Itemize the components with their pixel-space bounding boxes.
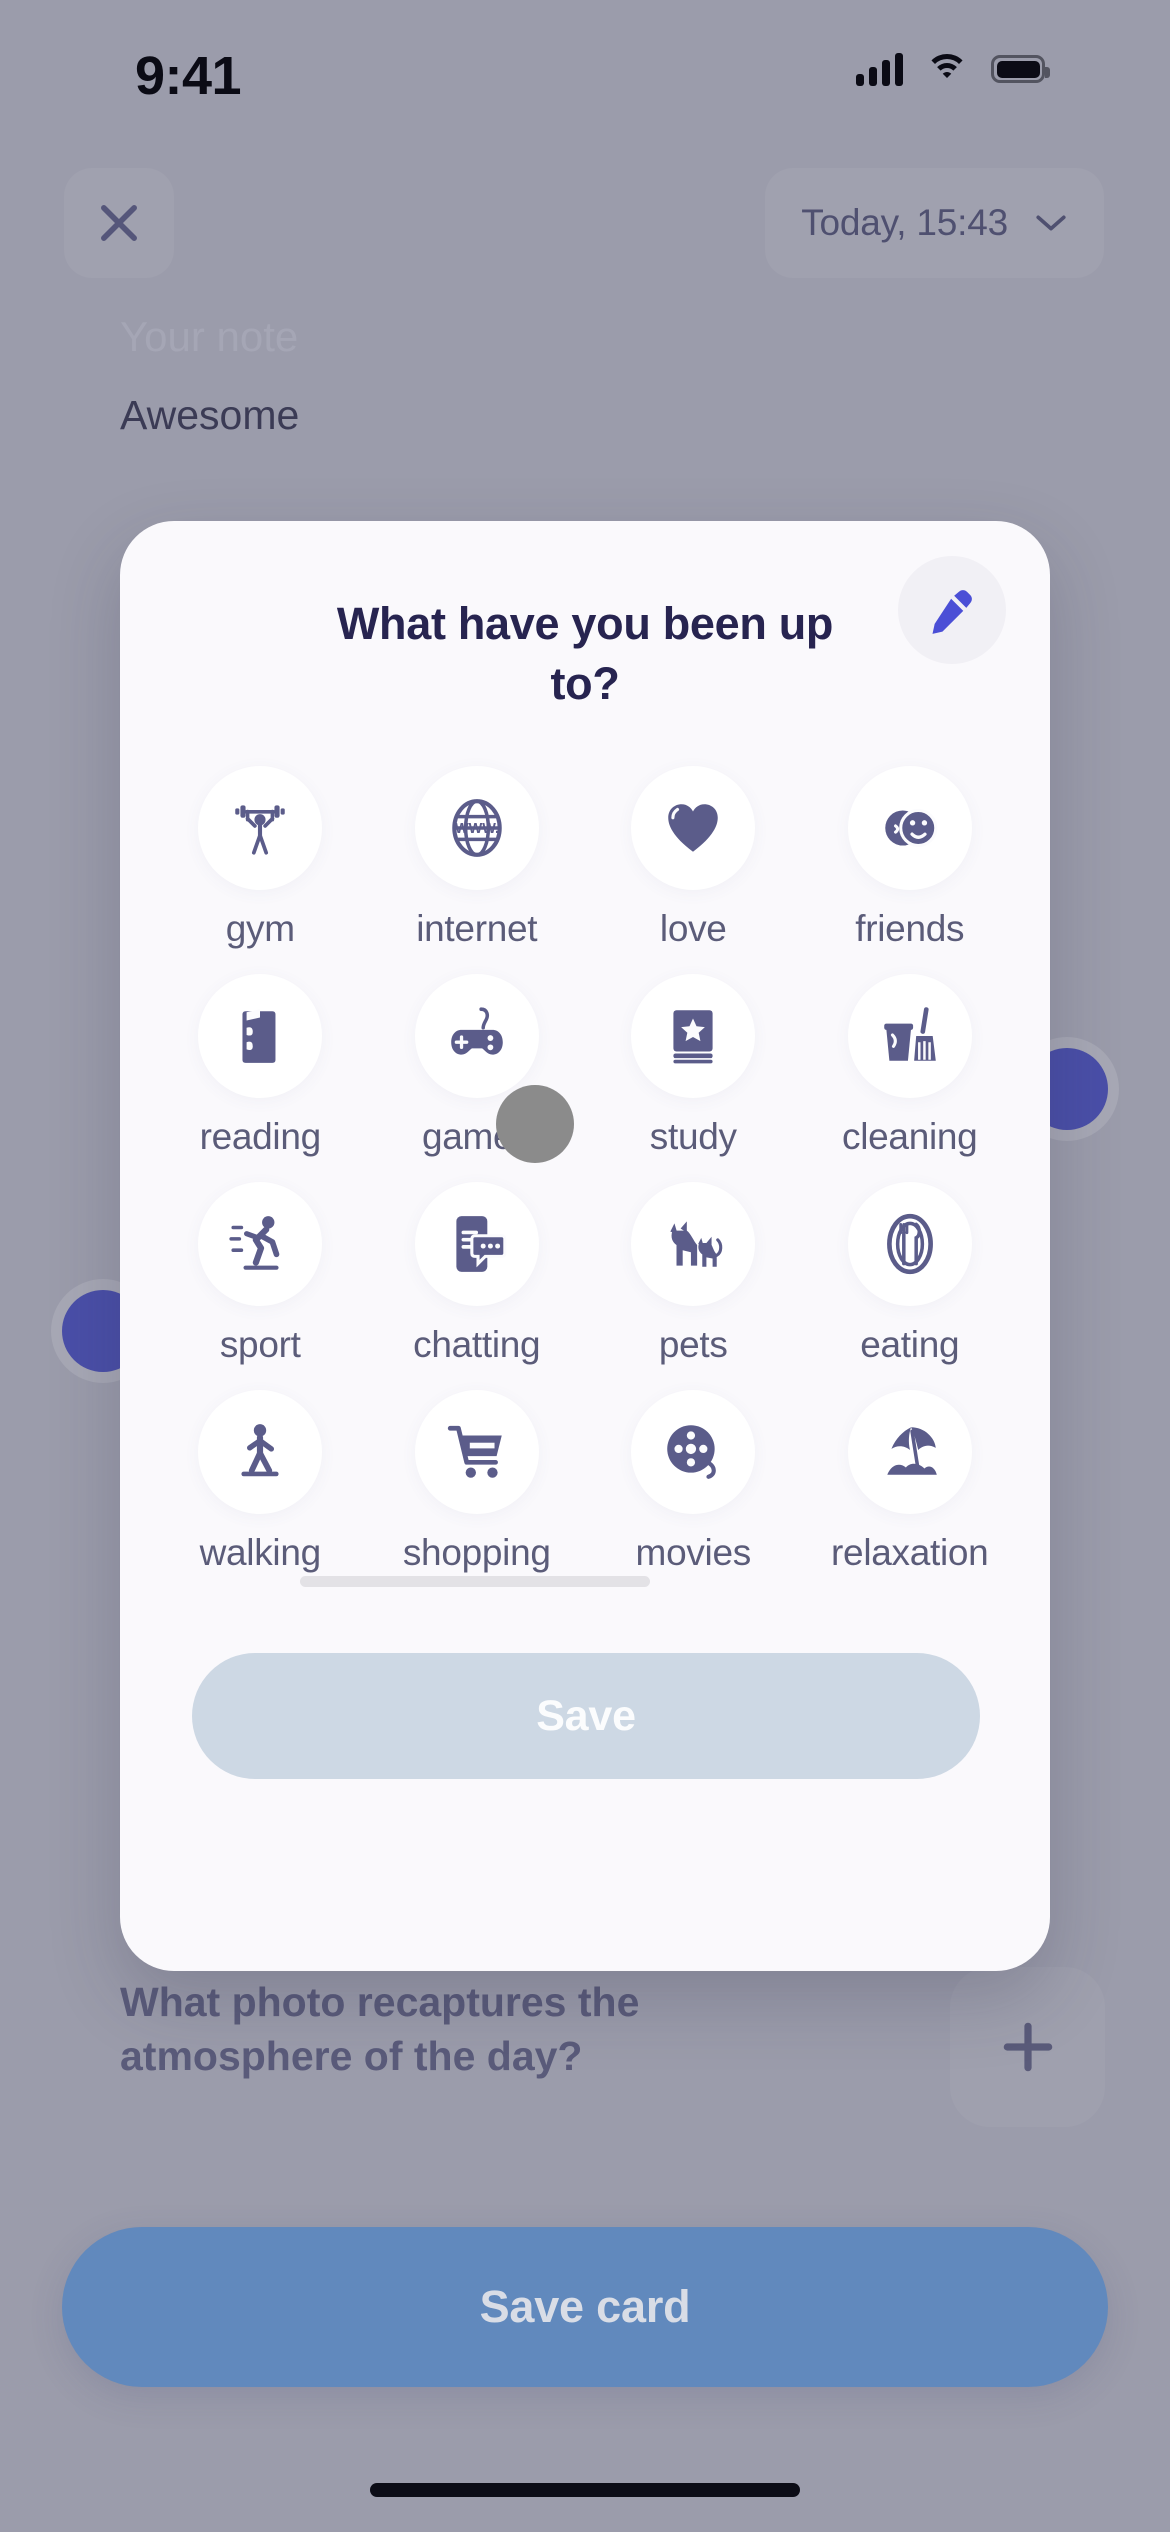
activity-icon-wrap: WWW. [414, 766, 539, 890]
edit-activities-button[interactable] [898, 556, 1006, 664]
cat-dog-icon [670, 1221, 723, 1267]
home-indicator [370, 2483, 800, 2497]
activity-item-love[interactable]: love [585, 766, 802, 950]
activity-item-pets[interactable]: pets [585, 1182, 802, 1366]
phone-chat-icon [456, 1216, 507, 1272]
activity-item-walking[interactable]: walking [152, 1390, 369, 1574]
activity-item-study[interactable]: study [585, 974, 802, 1158]
close-icon [101, 205, 137, 241]
activity-label: movies [635, 1532, 752, 1573]
film-reel-icon [667, 1425, 717, 1479]
modal-title: What have you been up to? [336, 598, 834, 710]
activity-label: shopping [402, 1532, 551, 1573]
activity-label: reading [199, 1116, 322, 1157]
status-bar: 9:41 [0, 0, 1170, 130]
activity-item-shopping[interactable]: shopping [369, 1390, 586, 1574]
status-bar-time: 9:41 [135, 46, 242, 106]
activity-label: eating [860, 1324, 960, 1365]
activity-item-eating[interactable]: eating [802, 1182, 1019, 1366]
note-value[interactable]: Awesome [120, 392, 299, 439]
activity-icon-wrap [414, 1182, 539, 1306]
gamepad-icon [450, 1007, 503, 1055]
activity-icon-wrap [414, 1390, 539, 1514]
activity-label: cleaning [842, 1116, 978, 1157]
activity-label: relaxation [831, 1532, 989, 1573]
activity-icon-wrap [847, 1390, 972, 1514]
fork-knife-plate-icon [886, 1213, 933, 1275]
save-card-label: Save card [479, 2281, 691, 2332]
svg-text:WWW.: WWW. [455, 821, 499, 837]
wifi-icon [925, 52, 969, 86]
battery-icon [991, 55, 1050, 83]
heart-icon [668, 804, 718, 852]
running-icon [229, 1216, 280, 1270]
activity-icon-wrap [631, 766, 756, 890]
globe-www-icon: WWW. [452, 799, 502, 857]
activity-item-movies[interactable]: movies [585, 1390, 802, 1574]
weightlifting-icon [235, 805, 285, 855]
activity-item-reading[interactable]: reading [152, 974, 369, 1158]
shopping-cart-icon [447, 1425, 502, 1478]
activity-label: internet [416, 908, 538, 949]
plus-icon [1003, 2022, 1052, 2072]
activity-label: pets [658, 1324, 728, 1365]
friends-faces-icon [885, 808, 938, 848]
activity-icon-wrap [414, 974, 539, 1098]
activity-label: sport [219, 1324, 301, 1365]
bucket-broom-icon [883, 1007, 936, 1061]
activity-picker-modal: What have you been up to? gym WWW. inter… [120, 521, 1050, 1971]
activity-label: walking [199, 1532, 322, 1573]
photo-question-label: What photo recaptures the atmosphere of … [120, 1979, 640, 2080]
activity-item-sport[interactable]: sport [152, 1182, 369, 1366]
signal-bars-icon [856, 52, 903, 86]
date-label: Today, 15:43 [801, 202, 1008, 243]
note-placeholder-label: Your note [120, 313, 299, 360]
activity-icon-wrap [198, 974, 323, 1098]
activity-label: love [659, 908, 727, 949]
pencil-icon [932, 590, 972, 634]
activity-label: chatting [413, 1324, 541, 1365]
close-button[interactable] [64, 168, 174, 278]
activity-label: friends [855, 908, 965, 949]
touch-indicator [496, 1085, 574, 1163]
chevron-down-icon [1034, 212, 1068, 234]
activity-icon-wrap [847, 1182, 972, 1306]
activity-label: study [649, 1116, 737, 1157]
activity-icon-wrap [847, 974, 972, 1098]
activity-item-internet[interactable]: WWW. internet [369, 766, 586, 950]
activity-icon-wrap [198, 766, 323, 890]
activity-item-cleaning[interactable]: cleaning [802, 974, 1019, 1158]
beach-umbrella-icon [887, 1427, 937, 1475]
activity-label: gym [225, 908, 295, 949]
book-icon [242, 1009, 276, 1063]
add-photo-button[interactable] [950, 1967, 1105, 2127]
activity-item-friends[interactable]: friends [802, 766, 1019, 950]
activity-icon-wrap [198, 1390, 323, 1514]
save-card-button[interactable]: Save card [62, 2227, 1108, 2387]
activity-item-relaxation[interactable]: relaxation [802, 1390, 1019, 1574]
walking-person-icon [241, 1424, 279, 1477]
activity-item-chatting[interactable]: chatting [369, 1182, 586, 1366]
activity-icon-wrap [631, 974, 756, 1098]
activity-icon-wrap [631, 1182, 756, 1306]
save-button-label: Save [536, 1691, 636, 1740]
study-book-star-icon [673, 1010, 713, 1064]
activity-item-gym[interactable]: gym [152, 766, 369, 950]
activity-icon-wrap [847, 766, 972, 890]
scroll-indicator[interactable] [300, 1576, 650, 1587]
activity-icon-wrap [631, 1390, 756, 1514]
status-bar-icons [856, 52, 1050, 86]
activity-icon-wrap [198, 1182, 323, 1306]
date-selector[interactable]: Today, 15:43 [765, 168, 1104, 278]
save-button[interactable]: Save [192, 1653, 980, 1779]
activity-grid: gym WWW. internet love friends reading g… [152, 766, 1018, 1574]
